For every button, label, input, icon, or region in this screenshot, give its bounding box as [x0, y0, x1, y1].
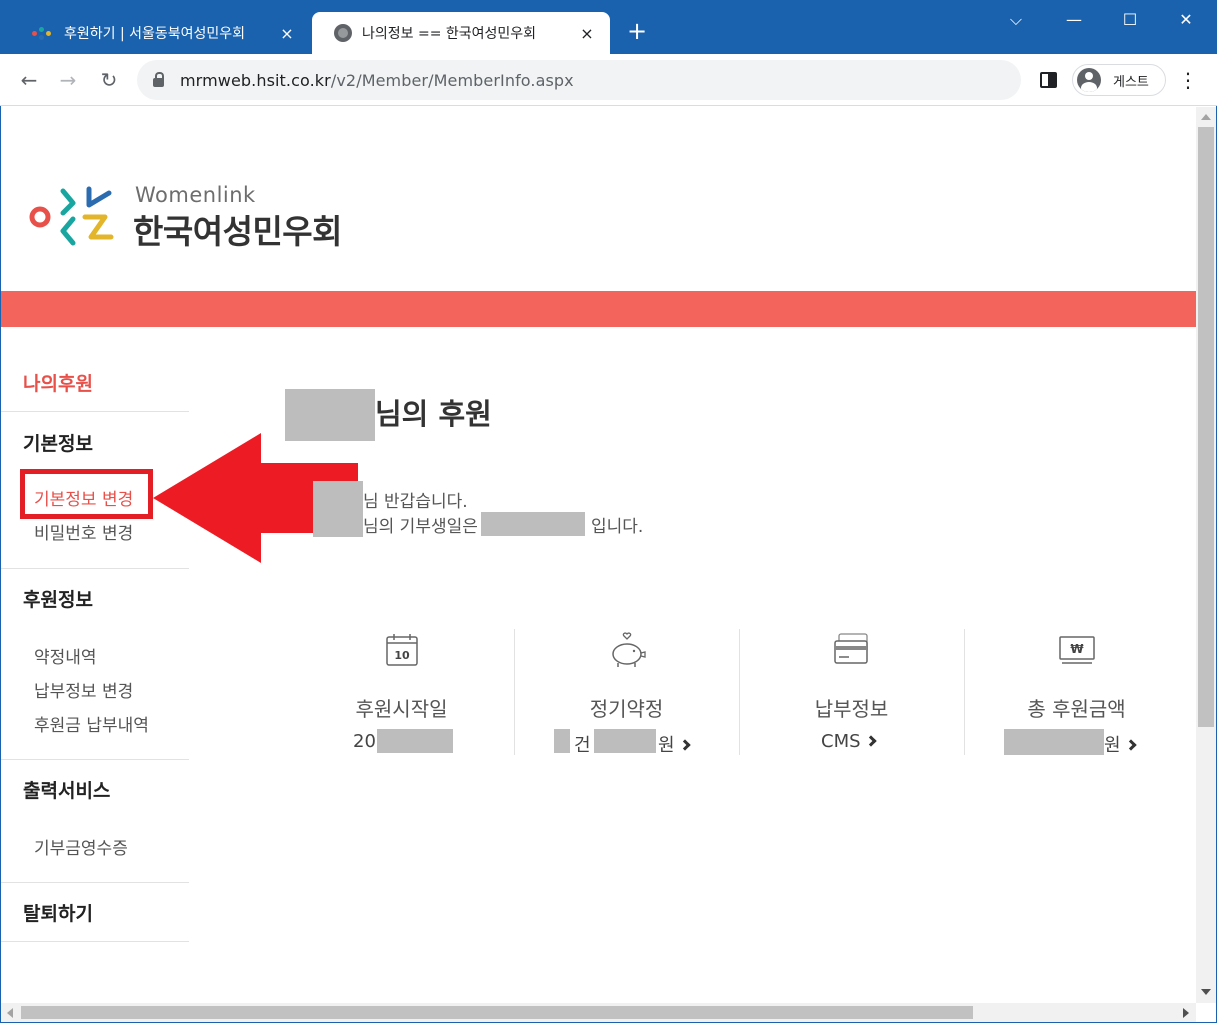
scroll-left-icon: [7, 1008, 13, 1018]
logo-english-text: Womenlink: [135, 183, 256, 207]
redacted-date: [377, 729, 453, 753]
tab-donation[interactable]: 후원하기 | 서울동북여성민우회 ×: [10, 12, 310, 54]
stat-label: 후원시작일: [355, 697, 448, 721]
stat-value: CMS: [821, 731, 877, 752]
page-viewport: Womenlink 한국여성민우회 나의후원 기본정보 기본정보 변경 비밀번호…: [1, 107, 1196, 1003]
sidebar-item-payment-history[interactable]: 후원금 납부내역: [34, 711, 149, 736]
stat-value-unit: 원: [1104, 731, 1137, 757]
window-close-icon[interactable]: ✕: [1166, 6, 1206, 34]
guest-avatar-icon: [1077, 68, 1101, 92]
site-logo[interactable]: Womenlink 한국여성민우회: [27, 183, 367, 253]
vertical-scrollbar[interactable]: [1196, 107, 1216, 1003]
greeting-line: 님 반갑습니다.: [363, 492, 468, 512]
stat-payment-info[interactable]: 납부정보 CMS: [739, 627, 964, 757]
chevron-right-icon: [1124, 739, 1137, 751]
page-title: 님의 후원: [375, 397, 492, 431]
womenlink-logo-icon: [29, 186, 114, 246]
sidebar-divider: [1, 882, 189, 883]
stat-value-amount-unit: 원: [658, 731, 691, 757]
piggy-bank-icon: [612, 632, 646, 667]
chevron-right-icon: [864, 735, 877, 747]
sidebar-heading-basic-info[interactable]: 기본정보: [23, 429, 93, 456]
redacted-birthday: [481, 512, 585, 536]
scroll-thumb: [21, 1006, 973, 1019]
birthday-line-suffix: 입니다.: [591, 517, 644, 537]
back-icon[interactable]: ←: [15, 66, 43, 94]
sidebar-item-donation-receipt[interactable]: 기부금영수증: [34, 834, 128, 859]
sidebar-item-change-password[interactable]: 비밀번호 변경: [34, 519, 133, 544]
browser-tab-bar: 후원하기 | 서울동북여성민우회 × 나의정보 == 한국여성민우회 × + ⌵…: [0, 0, 1217, 54]
side-panel-icon[interactable]: [1040, 72, 1057, 88]
profile-label: 게스트: [1113, 74, 1149, 90]
scroll-right-icon: [1183, 1008, 1189, 1018]
stat-total-amount[interactable]: ₩ 총 후원금액 원: [964, 627, 1189, 757]
sidebar-divider: [1, 941, 189, 942]
annotation-highlight-box: [20, 469, 153, 519]
scroll-thumb: [1198, 127, 1214, 727]
profile-button[interactable]: 게스트: [1072, 64, 1166, 96]
tab-title: 나의정보 == 한국여성민우회: [362, 26, 537, 42]
sidebar-heading-donation-info[interactable]: 후원정보: [23, 585, 93, 612]
donation-summary: 10 후원시작일 20 정기약정 건 원 납부정보 CMS ₩ 총 후원금액 원: [289, 627, 1189, 757]
tab-close-icon[interactable]: ×: [578, 24, 596, 43]
minimize-icon[interactable]: —: [1054, 6, 1094, 34]
reload-icon[interactable]: ↻: [95, 66, 123, 94]
sidebar-divider: [1, 759, 189, 760]
sidebar-divider: [1, 411, 189, 412]
stat-value-count-unit: 건: [574, 735, 591, 756]
scroll-up-icon: [1201, 114, 1211, 120]
logo-korean-text: 한국여성민우회: [133, 212, 343, 251]
sidebar-title[interactable]: 나의후원: [23, 369, 93, 396]
calendar-icon: 10: [386, 634, 418, 666]
sidebar-item-pledge-history[interactable]: 약정내역: [34, 643, 97, 668]
new-tab-button[interactable]: +: [624, 16, 650, 46]
sidebar-divider: [1, 568, 189, 569]
lock-icon[interactable]: [153, 71, 164, 87]
birthday-line-prefix: 님의 기부생일은: [363, 517, 478, 537]
calendar-day: 10: [394, 649, 410, 662]
sidebar-heading-withdraw[interactable]: 탈퇴하기: [23, 899, 93, 926]
browser-toolbar: ← → ↻ mrmweb.hsit.co.kr/v2/Member/Member…: [0, 54, 1217, 106]
globe-icon: [334, 24, 352, 42]
stat-label: 정기약정: [589, 697, 664, 721]
won-sign: ₩: [1070, 642, 1084, 656]
url-text: mrmweb.hsit.co.kr/v2/Member/MemberInfo.a…: [180, 70, 574, 90]
redacted-amount: [594, 729, 656, 753]
redacted-name: [285, 389, 375, 441]
tab-title: 후원하기 | 서울동북여성민우회: [64, 26, 246, 42]
credit-card-icon: [834, 633, 868, 664]
stat-value: 20: [353, 731, 376, 752]
forward-icon[interactable]: →: [54, 66, 82, 94]
redacted-name: [313, 481, 363, 537]
money-bill-icon: ₩: [1059, 636, 1095, 664]
nav-banner: [1, 291, 1196, 327]
address-bar[interactable]: mrmweb.hsit.co.kr/v2/Member/MemberInfo.a…: [137, 60, 1021, 100]
sidebar-heading-print-service[interactable]: 출력서비스: [23, 776, 110, 803]
sidebar-item-edit-payment[interactable]: 납부정보 변경: [34, 677, 133, 702]
scroll-down-icon: [1201, 989, 1211, 995]
chevron-right-icon: [678, 739, 691, 751]
tab-myinfo[interactable]: 나의정보 == 한국여성민우회 ×: [312, 12, 610, 54]
tab-search-chevron-icon[interactable]: ⌵: [996, 6, 1036, 34]
maximize-icon[interactable]: ☐: [1110, 6, 1150, 34]
stat-start-date: 10 후원시작일 20: [289, 627, 514, 757]
browser-menu-icon[interactable]: ⋮: [1178, 68, 1198, 92]
stat-label: 총 후원금액: [1027, 697, 1126, 721]
redacted-count: [554, 729, 570, 753]
tab-close-icon[interactable]: ×: [278, 24, 296, 43]
stat-regular-pledge[interactable]: 정기약정 건 원: [514, 627, 739, 757]
horizontal-scrollbar[interactable]: [1, 1003, 1196, 1022]
womenlink-favicon-icon: [32, 25, 54, 41]
redacted-total: [1004, 729, 1104, 755]
stat-label: 납부정보: [814, 697, 889, 721]
